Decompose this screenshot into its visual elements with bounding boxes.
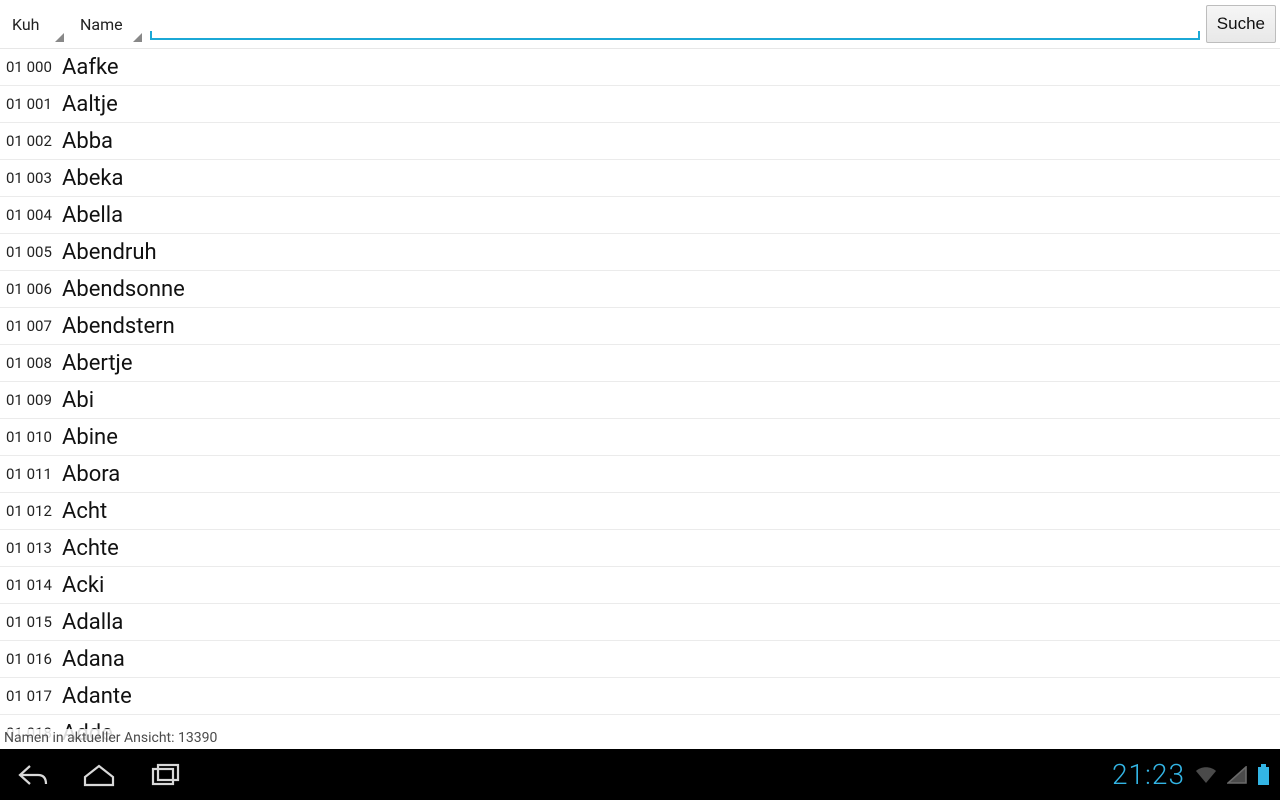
recents-button[interactable] [132,750,198,800]
list-item[interactable]: 01 009Abi [0,382,1280,419]
list-item[interactable]: 01 015Adalla [0,604,1280,641]
row-name: Abba [62,129,113,154]
list-item[interactable]: 01 002Abba [0,123,1280,160]
list-item[interactable]: 01 017Adante [0,678,1280,715]
row-id: 01 017 [6,687,62,705]
row-id: 01 003 [6,169,62,187]
row-name: Acht [62,499,107,524]
list-item[interactable]: 01 008Abertje [0,345,1280,382]
row-name: Acki [62,573,104,598]
list-item[interactable]: 01 013Achte [0,530,1280,567]
search-input[interactable] [150,10,1200,38]
row-id: 01 016 [6,650,62,668]
list-item[interactable]: 01 011Abora [0,456,1280,493]
dropdown-kuh-label: Kuh [12,15,40,34]
row-id: 01 001 [6,95,62,113]
top-bar: Kuh Name Suche [0,0,1280,46]
list-item[interactable]: 01 016Adana [0,641,1280,678]
list-item[interactable]: 01 001Aaltje [0,86,1280,123]
name-list[interactable]: 01 000Aafke01 001Aaltje01 002Abba01 003A… [0,48,1280,749]
row-name: Abeka [62,166,124,191]
row-name: Abendsonne [62,277,185,302]
row-name: Abendstern [62,314,175,339]
list-item[interactable]: 01 003Abeka [0,160,1280,197]
row-id: 01 005 [6,243,62,261]
row-id: 01 013 [6,539,62,557]
list-item[interactable]: 01 010Abine [0,419,1280,456]
row-name: Adana [62,647,125,672]
row-name: Achte [62,536,119,561]
list-item[interactable]: 01 006Abendsonne [0,271,1280,308]
recents-icon [148,761,182,789]
row-name: Aafke [62,55,119,80]
row-name: Abendruh [62,240,157,265]
row-id: 01 004 [6,206,62,224]
list-item[interactable]: 01 000Aafke [0,49,1280,86]
search-button[interactable]: Suche [1206,5,1276,43]
list-item[interactable]: 01 007Abendstern [0,308,1280,345]
row-id: 01 011 [6,465,62,483]
list-item[interactable]: 01 012Acht [0,493,1280,530]
battery-icon [1257,764,1270,786]
row-name: Abi [62,388,94,413]
wifi-icon [1195,766,1217,784]
status-count: Namen in aktueller Ansicht: 13390 [2,729,219,747]
home-button[interactable] [66,750,132,800]
row-id: 01 000 [6,58,62,76]
home-icon [81,761,117,789]
back-icon [16,761,50,789]
dropdown-name[interactable]: Name [72,4,144,44]
row-name: Adalla [62,610,123,635]
system-tray[interactable]: 21:23 [1112,758,1280,791]
row-id: 01 014 [6,576,62,594]
system-nav-bar: 21:23 [0,749,1280,800]
dropdown-name-label: Name [80,15,123,34]
row-name: Aaltje [62,92,118,117]
row-name: Abertje [62,351,133,376]
row-id: 01 010 [6,428,62,446]
row-id: 01 007 [6,317,62,335]
row-name: Abine [62,425,118,450]
dropdown-kuh[interactable]: Kuh [4,4,66,44]
list-item[interactable]: 01 005Abendruh [0,234,1280,271]
row-id: 01 009 [6,391,62,409]
row-id: 01 012 [6,502,62,520]
row-id: 01 002 [6,132,62,150]
cell-signal-icon [1227,766,1247,784]
list-item[interactable]: 01 004Abella [0,197,1280,234]
row-name: Adante [62,684,132,709]
spinner-arrow-icon [55,33,64,42]
row-id: 01 015 [6,613,62,631]
spinner-arrow-icon [133,33,142,42]
row-name: Abora [62,462,120,487]
row-id: 01 006 [6,280,62,298]
row-id: 01 008 [6,354,62,372]
back-button[interactable] [0,750,66,800]
search-field-wrap [150,4,1200,44]
list-item[interactable]: 01 014Acki [0,567,1280,604]
clock: 21:23 [1112,758,1185,791]
row-name: Abella [62,203,123,228]
